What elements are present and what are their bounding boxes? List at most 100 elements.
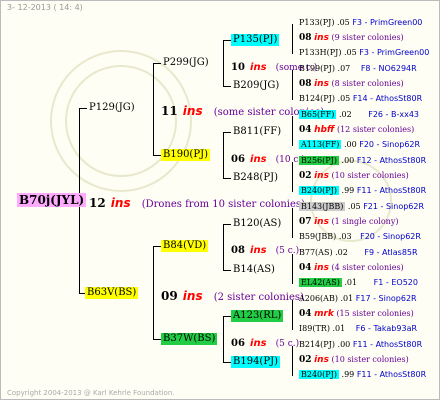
drone-count: 06: [231, 154, 245, 165]
ins-mark: ins: [314, 263, 329, 273]
connector-line: [153, 246, 161, 247]
leaf-label: P133H(PJ): [299, 48, 342, 57]
ggp-node-d2[interactable]: B194(PJ): [231, 356, 280, 368]
leaf-source: F1 - EO520: [373, 278, 418, 287]
drone-count: 07: [299, 217, 312, 227]
leaf-label: I89(TR): [299, 324, 330, 333]
grandparent-node-a[interactable]: P299(JG): [161, 57, 211, 69]
leaf-source: F17 - Sinop62R: [355, 294, 417, 303]
leaf-entry[interactable]: B124(PJ) .05 F14 - AthosSt80R: [299, 95, 422, 103]
ggp-node-c2[interactable]: B14(AS): [231, 264, 277, 276]
pedigree-canvas: 3- 12-2013 ( 14: 4) B70j(JYL) 12 ins (Dr…: [0, 0, 440, 400]
ggp-node-c1[interactable]: B120(AS): [231, 218, 283, 230]
leaf-score: .01: [340, 294, 354, 303]
leaf-label: A113(FF): [299, 140, 342, 149]
grandparent-node-b[interactable]: B190(PJ): [161, 149, 210, 161]
leaf-score: .99: [341, 186, 355, 195]
leaf-source: F20 - Sinop62R: [360, 232, 421, 241]
leaf-entry[interactable]: A113(FF) .00 F20 - Sinop62R: [299, 140, 421, 149]
leaf-score: .00: [341, 156, 355, 165]
ins-mark: ins: [314, 355, 329, 365]
root-node[interactable]: B70j(JYL): [17, 193, 87, 207]
leaf-entry[interactable]: B214(PJ) .00 F11 - AthosSt80R: [299, 341, 422, 349]
leaf-score: .07: [337, 64, 351, 73]
leaf-entry[interactable]: B199(PJ) .07 F8 - NO6294R: [299, 65, 417, 73]
leaf-source: F20 - Sinop62R: [359, 140, 421, 149]
ggp-node-d1[interactable]: A123(RL): [231, 310, 284, 322]
connector-line: [223, 316, 231, 317]
leaf-label: A206(AB): [299, 294, 338, 303]
connector-line: [153, 246, 154, 339]
drone-count: 02: [299, 355, 312, 365]
leaf-score: .00: [337, 340, 351, 349]
leaf-source: F3 - PrimGreen00: [352, 18, 423, 27]
leaf-drone-info: 02 ins (10 sister colonies): [299, 172, 409, 181]
leaf-entry[interactable]: P133(PJ) .05 F3 - PrimGreen00: [299, 19, 422, 27]
connector-line: [292, 208, 293, 238]
leaf-entry[interactable]: B77(AS) .02 F9 - Atlas85R: [299, 249, 418, 257]
grandparent-b-drone-info: 06 ins (10 c.): [231, 149, 305, 165]
parent-bottom-drone-info: 09 ins (2 sister colonies): [161, 287, 304, 303]
connector-line: [153, 339, 161, 340]
parent-node-bottom[interactable]: B63V(BS): [85, 287, 139, 299]
leaf-entry[interactable]: B256(PJ) .00 F12 - AthosSt80R: [299, 156, 427, 165]
leaf-entry[interactable]: A206(AB) .01 F17 - Sinop62R: [299, 295, 417, 303]
drone-count: 11: [161, 104, 178, 118]
ins-mark: ins: [314, 171, 329, 181]
grandparent-node-c[interactable]: B84(VD): [161, 240, 209, 252]
connector-line: [223, 86, 231, 87]
leaf-score: .03: [338, 232, 352, 241]
leaf-label: P133(PJ): [299, 18, 335, 27]
leaf-score: .01: [344, 278, 358, 287]
drone-note: (1 single colony): [331, 217, 399, 226]
leaf-score: .05: [337, 18, 350, 27]
drone-note: (10 sister colonies): [331, 355, 409, 364]
leaf-label: B240(PJ): [299, 370, 339, 379]
leaf-entry[interactable]: B240(PJ) .99 F11 - AthosSt80R: [299, 186, 427, 195]
drone-count: 12: [89, 196, 106, 210]
connector-line: [292, 116, 293, 146]
leaf-source: F8 - NO6294R: [360, 64, 417, 73]
drone-count: 04: [299, 125, 312, 135]
ggp-node-a1[interactable]: P135(PJ): [231, 34, 280, 46]
connector-line: [223, 224, 224, 270]
ins-mark: mrk: [314, 309, 334, 319]
parent-node-top[interactable]: P129(JG): [87, 102, 137, 114]
drone-count: 08: [299, 79, 312, 89]
leaf-source: F12 - AthosSt80R: [356, 156, 427, 165]
grandparent-node-d[interactable]: B37W(BS): [161, 333, 218, 345]
leaf-entry[interactable]: EL42(AS) .01 F1 - EO520: [299, 278, 418, 287]
ggp-node-b2[interactable]: B248(PJ): [231, 172, 280, 184]
ins-mark: ins: [250, 62, 267, 73]
ins-mark: ins: [250, 245, 267, 256]
connector-line: [292, 70, 293, 100]
connector-line: [79, 108, 87, 109]
drone-note: (8 sister colonies): [331, 79, 404, 88]
leaf-label: B65(FF): [299, 110, 337, 119]
leaf-label: EL42(AS): [299, 278, 342, 287]
leaf-entry[interactable]: P133H(PJ) .05 F3 - PrimGreen00: [299, 49, 429, 57]
connector-line: [223, 316, 224, 362]
connector-line: [223, 362, 231, 363]
leaf-entry[interactable]: B65(FF) .02 F26 - B-xx43: [299, 110, 419, 119]
leaf-entry[interactable]: I89(TR) .01 F6 - Takab93aR: [299, 325, 417, 333]
leaf-source: F11 - AthosSt80R: [356, 186, 427, 195]
drone-note: (2 sister colonies): [213, 292, 304, 303]
leaf-source: F11 - AthosSt80R: [352, 340, 423, 349]
leaf-label: B77(AS): [299, 248, 333, 257]
connector-line: [153, 63, 161, 64]
ins-mark: ins: [314, 217, 329, 227]
connector-line: [292, 254, 293, 284]
ggp-node-b1[interactable]: B811(FF): [231, 126, 283, 138]
leaf-entry[interactable]: B240(PJ) .99 F11 - AthosSt80R: [299, 370, 426, 379]
leaf-score: .99: [341, 370, 355, 379]
leaf-label: B59(JBB): [299, 232, 337, 241]
ggp-node-a2[interactable]: B209(JG): [231, 80, 281, 92]
leaf-score: .05: [347, 202, 361, 211]
ins-mark: ins: [182, 104, 203, 118]
leaf-entry[interactable]: B143(JBB) .05 F21 - Sinop62R: [299, 202, 424, 211]
leaf-entry[interactable]: B59(JBB) .03 F20 - Sinop62R: [299, 233, 421, 241]
drone-count: 04: [299, 263, 312, 273]
copyright-footer: Copyright 2004-2013 @ Karl Kehrle Founda…: [7, 389, 175, 397]
leaf-score: .00: [343, 140, 357, 149]
